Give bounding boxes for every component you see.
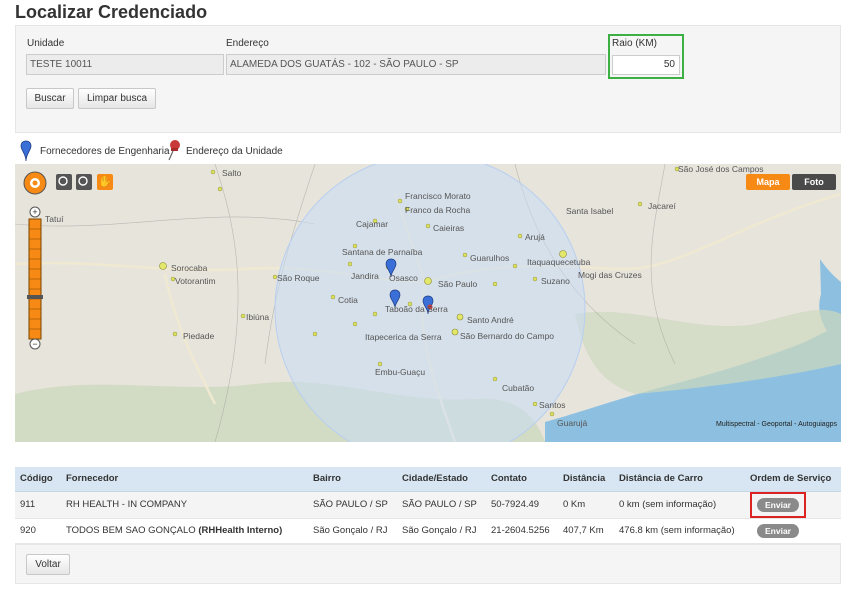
- city-label: Cubatão: [502, 383, 535, 393]
- cell-bairro: SÃO PAULO / SP: [308, 491, 397, 519]
- pan-hand-icon[interactable]: ✋: [97, 174, 113, 190]
- header-distancia-carro: Distância de Carro: [614, 467, 745, 492]
- city-label: Guarujá: [557, 418, 588, 428]
- cell-fornecedor: TODOS BEM SAO GONÇALO (RHHealth Interno): [61, 518, 308, 544]
- city-label: Tatuí: [45, 214, 64, 224]
- enviar-highlight: Enviar: [750, 491, 806, 518]
- city-label: Santos: [539, 400, 566, 410]
- city-label: Embu-Guaçu: [375, 367, 426, 377]
- city-label: Itapecerica da Serra: [365, 332, 442, 342]
- header-fornecedor: Fornecedor: [61, 467, 308, 492]
- city-label: Santana de Parnaíba: [342, 247, 423, 257]
- footer-panel: Voltar: [15, 544, 841, 584]
- table-row: 920 TODOS BEM SAO GONÇALO (RHHealth Inte…: [15, 518, 841, 544]
- city-label: Francisco Morato: [405, 191, 471, 201]
- city-label: São José dos Campos: [678, 164, 764, 174]
- cell-ordem-servico: Enviar: [745, 518, 841, 544]
- cell-bairro: São Gonçalo / RJ: [308, 518, 397, 544]
- map-view[interactable]: ✋ + − Mapa Foto Salto Tatuí Sorocaba Vot…: [15, 164, 841, 442]
- cell-codigo: 920: [15, 518, 61, 544]
- zoom-slider[interactable]: [29, 219, 41, 339]
- header-ordem-servico: Ordem de Serviço: [745, 467, 841, 492]
- enviar-button[interactable]: Enviar: [757, 497, 799, 512]
- city-label: Osasco: [389, 273, 418, 283]
- table-row: 911 RH HEALTH - IN COMPANY SÃO PAULO / S…: [15, 491, 841, 519]
- zoom-in-icon[interactable]: [56, 174, 72, 190]
- legend-endereco: Endereço da Unidade: [186, 146, 283, 157]
- endereco-field[interactable]: ALAMEDA DOS GUATÁS - 102 - SÃO PAULO - S…: [226, 54, 606, 75]
- city-label: Salto: [222, 168, 242, 178]
- mapa-toggle-button[interactable]: Mapa: [746, 174, 790, 190]
- endereco-label: Endereço: [226, 38, 269, 49]
- fornecedor-extra: (RHHealth Interno): [198, 525, 283, 536]
- cell-distancia: 0 Km: [558, 491, 614, 519]
- city-label: Mogi das Cruzes: [578, 270, 642, 280]
- buscar-button[interactable]: Buscar: [26, 88, 74, 109]
- raio-highlight: Raio (KM) 50: [608, 34, 684, 79]
- city-label: Piedade: [183, 331, 215, 341]
- header-contato: Contato: [486, 467, 558, 492]
- page-title: Localizar Credenciado: [15, 2, 208, 22]
- table-header-row: Código Fornecedor Bairro Cidade/Estado C…: [15, 467, 841, 492]
- locate-icon[interactable]: [24, 172, 46, 194]
- city-label: Taboão da Serra: [385, 304, 448, 314]
- city-label: Caieiras: [433, 223, 465, 233]
- cell-codigo: 911: [15, 491, 61, 519]
- city-label: Arujá: [525, 232, 545, 242]
- zoom-out-icon[interactable]: [76, 174, 92, 190]
- cell-cidade: SÃO PAULO / SP: [397, 491, 486, 519]
- raio-label: Raio (KM): [612, 38, 658, 49]
- blue-marker-icon: [20, 140, 32, 162]
- city-label: Franco da Rocha: [405, 205, 471, 215]
- header-distancia: Distância: [558, 467, 614, 492]
- city-label: Guarulhos: [470, 253, 510, 263]
- legend-fornecedores: Fornecedores de Engenharia: [40, 146, 170, 157]
- city-label: Santo André: [467, 315, 514, 325]
- raio-input[interactable]: 50: [612, 55, 680, 75]
- map-attribution: Multispectral - Geoportal - Autoguiagps: [715, 421, 837, 428]
- foto-toggle-button[interactable]: Foto: [792, 174, 836, 190]
- header-bairro: Bairro: [308, 467, 397, 492]
- city-label: Jandira: [351, 271, 379, 281]
- city-label: Cotia: [338, 295, 358, 305]
- cell-ordem-servico: Enviar: [745, 491, 841, 519]
- city-label: Suzano: [541, 276, 570, 286]
- city-label: São Paulo: [438, 279, 478, 289]
- header-codigo: Código: [15, 467, 61, 492]
- cell-cidade: São Gonçalo / RJ: [397, 518, 486, 544]
- city-label: Itaquaquecetuba: [527, 257, 591, 267]
- cell-fornecedor: RH HEALTH - IN COMPANY: [61, 491, 308, 519]
- city-label: Cajamar: [356, 219, 389, 229]
- cell-distancia-carro: 476.8 km (sem informação): [614, 518, 745, 544]
- enviar-button[interactable]: Enviar: [757, 523, 799, 538]
- header-cidade: Cidade/Estado: [397, 467, 486, 492]
- city-label: Sorocaba: [171, 263, 208, 273]
- cell-contato: 21-2604.5256: [486, 518, 558, 544]
- unidade-field[interactable]: TESTE 10011: [26, 54, 224, 75]
- cell-contato: 50-7924.49: [486, 491, 558, 519]
- results-table: Código Fornecedor Bairro Cidade/Estado C…: [15, 467, 841, 544]
- city-label: Santa Isabel: [566, 206, 614, 216]
- zoom-plus-icon[interactable]: +: [30, 207, 40, 217]
- search-form: Unidade TESTE 10011 Endereço ALAMEDA DOS…: [15, 25, 841, 133]
- fornecedor-name: TODOS BEM SAO GONÇALO: [66, 525, 199, 536]
- zoom-minus-icon[interactable]: −: [30, 339, 40, 349]
- city-label: Ibiúna: [246, 312, 270, 322]
- city-label: São Roque: [277, 273, 320, 283]
- cell-distancia: 407,7 Km: [558, 518, 614, 544]
- city-label: Jacareí: [648, 201, 676, 211]
- voltar-button[interactable]: Voltar: [26, 554, 70, 575]
- unidade-label: Unidade: [27, 38, 65, 49]
- city-label: Votorantim: [175, 276, 216, 286]
- limpar-busca-button[interactable]: Limpar busca: [78, 88, 156, 109]
- city-label: São Bernardo do Campo: [460, 331, 555, 341]
- cell-distancia-carro: 0 km (sem informação): [614, 491, 745, 519]
- red-pushpin-icon: [168, 140, 180, 161]
